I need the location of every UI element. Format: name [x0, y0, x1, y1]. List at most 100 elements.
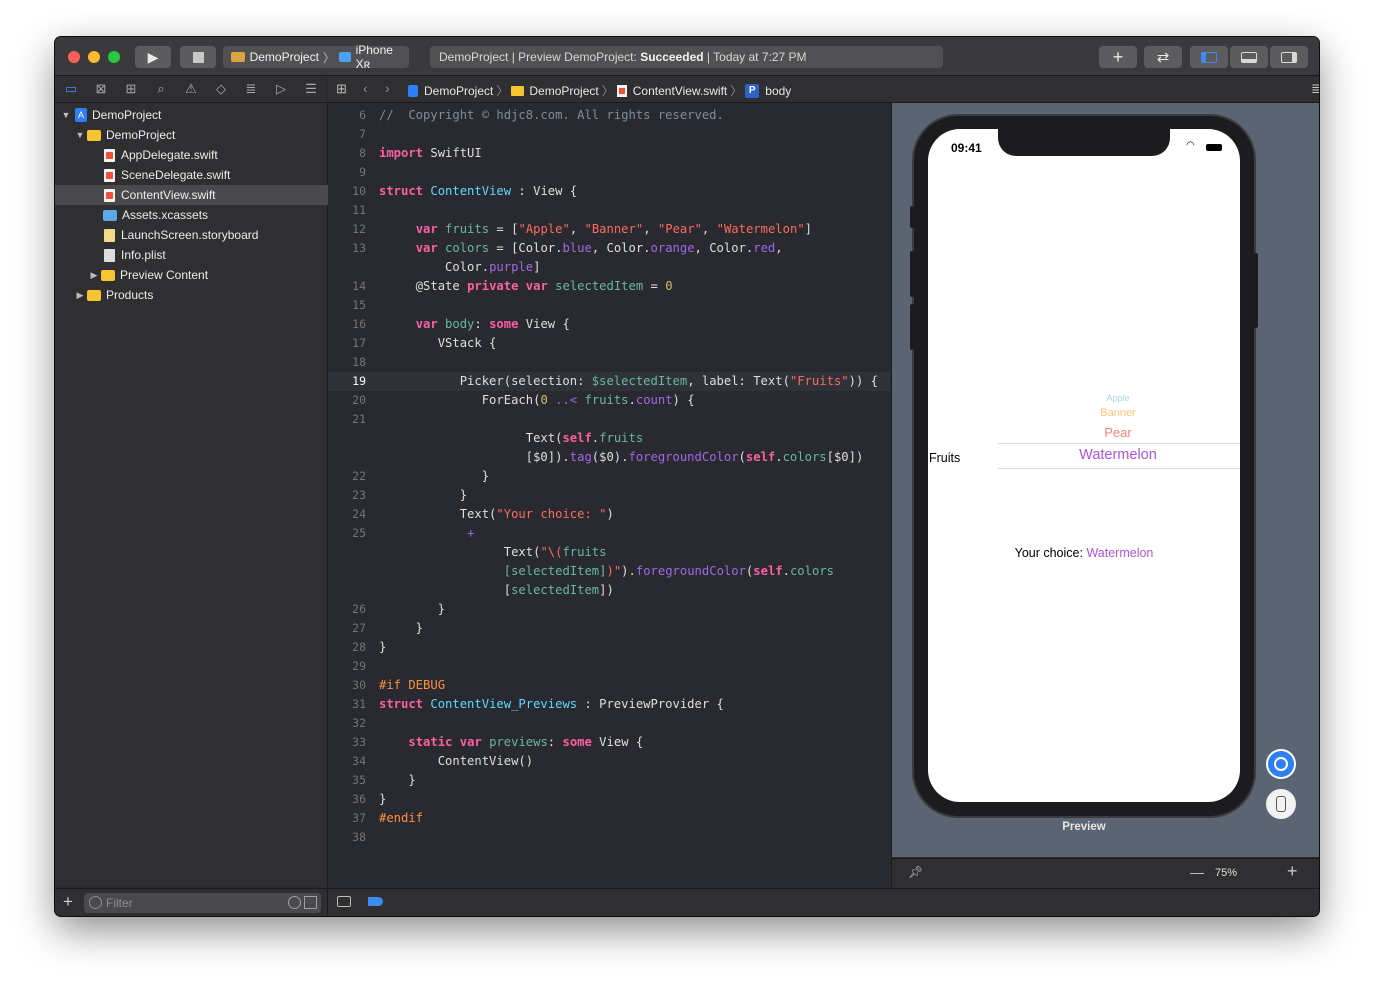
- code-text: ForEach(0 ..< fruits.count) {: [379, 391, 695, 410]
- line-number: 31: [352, 697, 366, 711]
- code-line[interactable]: 31 struct ContentView_Previews : PreviewP…: [328, 695, 890, 714]
- code-line[interactable]: 25 +: [328, 524, 890, 543]
- toggle-debug-area-button[interactable]: [1230, 46, 1268, 68]
- code-line[interactable]: 8 import SwiftUI: [328, 144, 890, 163]
- code-token: colors: [782, 450, 827, 464]
- code-line[interactable]: 37 #endif: [328, 809, 890, 828]
- code-line[interactable]: 17 VStack {: [328, 334, 890, 353]
- picker-row-banner[interactable]: Banner: [998, 407, 1238, 419]
- toggle-navigator-button[interactable]: [1190, 46, 1228, 68]
- tree-item-assets[interactable]: Assets.xcassets: [55, 205, 375, 225]
- line-number: 29: [352, 659, 366, 673]
- back-arrow-icon[interactable]: ‹: [363, 80, 368, 96]
- code-line[interactable]: 13 var colors = [Color.blue, Color.orang…: [328, 239, 890, 258]
- breakpoints-toggle-icon[interactable]: [368, 897, 383, 906]
- code-text: Text("\(fruits: [379, 543, 607, 562]
- code-line[interactable]: 26 }: [328, 600, 890, 619]
- preview-on-device-button[interactable]: [1266, 789, 1296, 819]
- toggle-inspector-button[interactable]: [1270, 46, 1308, 68]
- warning-icon[interactable]: ⚠: [183, 81, 199, 97]
- search-icon[interactable]: ⌕: [153, 81, 169, 97]
- code-line[interactable]: 15: [328, 296, 890, 315]
- recent-files-icon[interactable]: [288, 896, 301, 909]
- code-line[interactable]: 10 struct ContentView : View {: [328, 182, 890, 201]
- breakpoint-icon[interactable]: ▷: [273, 81, 289, 97]
- tree-item-project[interactable]: ▼ A DemoProject: [55, 105, 333, 125]
- code-line[interactable]: 28}: [328, 638, 890, 657]
- run-button[interactable]: ▶: [135, 46, 171, 68]
- code-line[interactable]: Text(self.fruits: [328, 429, 890, 448]
- folder-icon[interactable]: ▭: [63, 81, 79, 97]
- code-line[interactable]: 29: [328, 657, 890, 676]
- code-line[interactable]: 11: [328, 201, 890, 220]
- fruit-picker[interactable]: Apple Banner Pear Watermelon: [998, 387, 1240, 477]
- code-line[interactable]: 24 Text("Your choice: "): [328, 505, 890, 524]
- code-line[interactable]: 27 }: [328, 619, 890, 638]
- code-line[interactable]: 14 @State private var selectedItem = 0: [328, 277, 890, 296]
- zoom-out-icon[interactable]: —: [1190, 864, 1204, 880]
- tree-item-products[interactable]: ▶ Products: [55, 285, 347, 305]
- live-preview-button[interactable]: [1266, 749, 1296, 779]
- code-line[interactable]: 16 var body: some View {: [328, 315, 890, 334]
- code-line[interactable]: 34 ContentView(): [328, 752, 890, 771]
- code-line[interactable]: 20 ForEach(0 ..< fruits.count) {: [328, 391, 890, 410]
- code-text: }: [379, 467, 489, 486]
- code-line[interactable]: 36}: [328, 790, 890, 809]
- zoom-window-button[interactable]: [108, 51, 120, 63]
- zoom-in-icon[interactable]: +: [1287, 861, 1298, 882]
- code-line[interactable]: 7: [328, 125, 890, 144]
- xcode-window: ▶ DemoProject 〉 iPhone Xʀ DemoProject | …: [55, 37, 1319, 916]
- line-number: 19: [352, 374, 366, 388]
- code-line[interactable]: 18: [328, 353, 890, 372]
- stop-button[interactable]: [180, 46, 216, 68]
- close-window-button[interactable]: [68, 51, 80, 63]
- swift-file-icon: [104, 148, 115, 162]
- code-line[interactable]: 6 // Copyright © hdjc8.com. All rights re…: [328, 106, 890, 125]
- source-editor[interactable]: 6 // Copyright © hdjc8.com. All rights re…: [328, 103, 890, 887]
- breadcrumb-item-group[interactable]: DemoProject: [529, 84, 598, 98]
- tree-item-preview-content[interactable]: ▶ Preview Content: [55, 265, 361, 285]
- code-line[interactable]: [$0]).tag($0).foregroundColor(self.color…: [328, 448, 890, 467]
- code-line[interactable]: 22 }: [328, 467, 890, 486]
- pin-icon[interactable]: 📌︎: [908, 865, 923, 879]
- code-line[interactable]: 9: [328, 163, 890, 182]
- code-token: tag: [569, 450, 592, 464]
- code-line[interactable]: 21: [328, 410, 890, 429]
- minimize-window-button[interactable]: [88, 51, 100, 63]
- code-line[interactable]: 23 }: [328, 486, 890, 505]
- code-line[interactable]: 19 Picker(selection: $selectedItem, labe…: [328, 372, 890, 391]
- code-review-button[interactable]: ⇄: [1144, 46, 1182, 68]
- hide-debug-area-icon[interactable]: [337, 896, 351, 907]
- code-line[interactable]: [selectedItem]): [328, 581, 890, 600]
- scheme-selector[interactable]: DemoProject 〉 iPhone Xʀ: [223, 43, 409, 71]
- picker-row-watermelon[interactable]: Watermelon: [998, 447, 1238, 463]
- library-button[interactable]: +: [1099, 46, 1137, 68]
- navigator-filter-field[interactable]: Filter: [84, 893, 321, 913]
- test-diamond-icon[interactable]: ◇: [213, 81, 229, 97]
- source-control-filter-icon[interactable]: [304, 896, 317, 909]
- tree-item-group-demoproject[interactable]: ▼ DemoProject: [55, 125, 347, 145]
- code-token: selectedItem: [511, 583, 600, 597]
- report-icon[interactable]: ☰: [303, 81, 319, 97]
- adjust-editor-options-icon[interactable]: ≣: [1311, 81, 1319, 97]
- code-line[interactable]: 33 static var previews: some View {: [328, 733, 890, 752]
- picker-row-apple[interactable]: Apple: [998, 393, 1238, 403]
- add-file-icon[interactable]: +: [63, 892, 73, 912]
- code-line[interactable]: 32: [328, 714, 890, 733]
- breadcrumb-item-project[interactable]: DemoProject: [424, 84, 493, 98]
- picker-row-pear[interactable]: Pear: [998, 425, 1238, 440]
- debug-icon[interactable]: ≣: [243, 81, 259, 97]
- code-line[interactable]: 38: [328, 828, 890, 847]
- code-line[interactable]: 12 var fruits = ["Apple", "Banner", "Pea…: [328, 220, 890, 239]
- forward-arrow-icon[interactable]: ›: [385, 80, 390, 96]
- source-control-icon[interactable]: ⊠: [93, 81, 109, 97]
- hierarchy-icon[interactable]: ⊞: [123, 81, 139, 97]
- related-items-icon[interactable]: ⊞: [336, 81, 347, 97]
- code-line[interactable]: 30 #if DEBUG: [328, 676, 890, 695]
- code-line[interactable]: [selectedItem])").foregroundColor(self.c…: [328, 562, 890, 581]
- breadcrumb-item-symbol[interactable]: body: [765, 84, 791, 98]
- code-line[interactable]: Color.purple]: [328, 258, 890, 277]
- code-line[interactable]: 35 }: [328, 771, 890, 790]
- code-line[interactable]: Text("\(fruits: [328, 543, 890, 562]
- breadcrumb-item-file[interactable]: ContentView.swift: [633, 84, 728, 98]
